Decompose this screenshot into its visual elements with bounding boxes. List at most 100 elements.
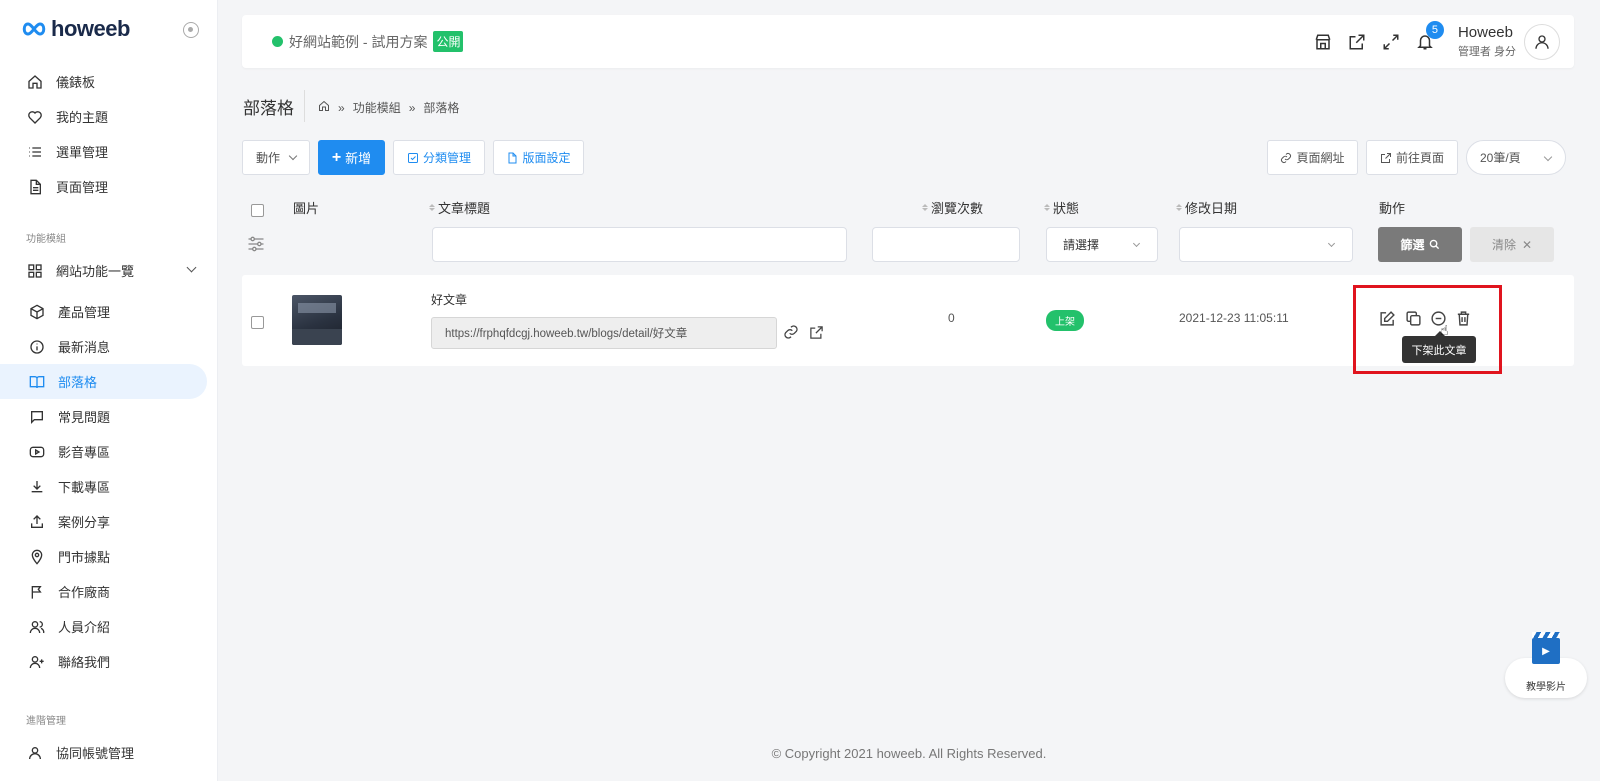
per-page-select[interactable]: 20筆/頁 [1466,140,1566,175]
external-link-icon[interactable] [807,323,825,341]
tutorial-video-label: 教學影片 [1526,682,1566,693]
column-label-modified: 修改日期 [1185,201,1238,216]
select-all-checkbox[interactable] [251,204,264,217]
title-filter-input[interactable] [432,227,847,262]
add-button-label: 新增 [345,151,372,166]
sidebar-item-site-features[interactable]: 網站功能一覽 [0,253,207,288]
column-header-status[interactable]: 狀態 [1044,198,1079,217]
copy-link-icon[interactable] [782,323,800,341]
sidebar-item-stores[interactable]: 門市據點 [0,539,207,574]
sidebar-item-menu-management[interactable]: 選單管理 [0,134,207,169]
status-filter-placeholder: 請選擇 [1063,238,1100,252]
action-dropdown-label: 動作 [255,151,280,165]
info-icon [28,338,46,356]
sidebar-item-label: 我的主題 [56,110,109,125]
notification-bell-icon[interactable]: 5 [1414,20,1444,53]
category-management-button[interactable]: 分類管理 [393,140,485,175]
sidebar-item-products[interactable]: 產品管理 [0,294,207,329]
external-link-icon [1380,152,1391,163]
sidebar-item-downloads[interactable]: 下載專區 [0,469,207,504]
sidebar-item-label: 人員介紹 [58,620,111,635]
sidebar-item-label: 頁面管理 [56,180,109,195]
clear-button[interactable]: 清除 ✕ [1470,227,1554,262]
fullscreen-icon[interactable] [1380,31,1402,53]
sidebar-item-staff[interactable]: 人員介紹 [0,609,207,644]
flag-icon [28,583,46,601]
youtube-icon [28,443,46,461]
column-header-title[interactable]: 文章標題 [429,198,490,217]
grid-icon [26,262,44,280]
sidebar-item-label: 選單管理 [56,145,109,160]
breadcrumb: » 功能模組 » 部落格 [318,99,459,116]
add-button[interactable]: + 新增 [318,140,385,175]
page-url-label: 頁面網址 [1296,151,1345,165]
goto-page-button[interactable]: 前往頁面 [1366,140,1458,175]
sidebar-item-dashboard[interactable]: 儀錶板 [0,64,207,99]
column-header-modified[interactable]: 修改日期 [1176,198,1237,217]
breadcrumb-item-modules[interactable]: 功能模組 [353,99,401,116]
sidebar-item-blog[interactable]: 部落格 [0,364,207,399]
article-url-field[interactable]: https://frphqfdcgj.howeeb.tw/blogs/detai… [431,317,777,349]
sidebar-item-label: 部落格 [58,375,98,390]
sidebar-collapse-button[interactable] [183,22,199,38]
sidebar-item-label: 門市據點 [58,550,111,565]
sidebar-item-videos[interactable]: 影音專區 [0,434,207,469]
external-link-icon[interactable] [1346,31,1368,53]
sidebar-item-contact[interactable]: 聯絡我們 [0,644,207,679]
user-plus-icon [28,653,46,671]
clear-button-label: 清除 [1491,238,1516,252]
clapperboard-icon: ▶ [1532,632,1560,664]
sidebar-item-partners[interactable]: 合作廠商 [0,574,207,609]
chevron-down-icon [288,151,298,161]
user-info[interactable]: Howeeb 管理者 身分 [1458,24,1516,59]
top-icons: 5 Howeeb 管理者 身分 [1312,15,1574,68]
store-icon[interactable] [1312,31,1334,53]
goto-page-label: 前往頁面 [1395,151,1444,165]
share-icon [28,513,46,531]
plus-icon: + [331,148,342,166]
article-title[interactable]: 好文章 [431,291,467,308]
box-icon [28,303,46,321]
layout-settings-button[interactable]: 版面設定 [493,140,584,175]
filter-button[interactable]: 篩選 [1378,227,1462,262]
link-icon [1281,152,1292,163]
online-status-dot [272,36,283,47]
users-icon [28,618,46,636]
heart-icon [26,108,44,126]
filter-settings-icon[interactable] [246,234,266,257]
list-icon [26,143,44,161]
article-views: 0 [948,311,955,325]
sidebar-item-label: 常見問題 [58,410,111,425]
filter-button-label: 篩選 [1400,238,1425,252]
status-filter-select[interactable]: 請選擇 [1046,227,1158,262]
chat-icon [28,408,46,426]
sidebar-item-cases[interactable]: 案例分享 [0,504,207,539]
sidebar-item-label: 下載專區 [58,480,111,495]
site-status: 好網站範例 - 試用方案 公開 [272,31,464,52]
sort-icon [1044,204,1050,211]
tutorial-video-widget[interactable]: ▶ 教學影片 [1505,632,1587,700]
layout-settings-label: 版面設定 [522,151,571,165]
row-checkbox[interactable] [251,316,264,329]
home-icon [26,73,44,91]
home-icon[interactable] [318,100,330,115]
logo[interactable]: howeeb [21,16,130,42]
sidebar-item-faq[interactable]: 常見問題 [0,399,207,434]
document-icon [26,178,44,196]
hand-cursor-icon: ☝ [1440,322,1449,338]
user-role: 管理者 身分 [1457,46,1516,58]
views-filter-input[interactable] [872,227,1020,262]
sidebar-item-page-management[interactable]: 頁面管理 [0,169,207,204]
chevron-down-icon [1132,239,1141,248]
sidebar-item-my-theme[interactable]: 我的主題 [0,99,207,134]
column-header-action: 動作 [1379,198,1405,217]
avatar[interactable] [1524,23,1560,60]
column-header-views[interactable]: 瀏覽次數 [922,198,983,217]
sidebar-item-news[interactable]: 最新消息 [0,329,207,364]
action-dropdown-button[interactable]: 動作 [242,140,310,175]
download-icon [28,478,46,496]
date-filter-select[interactable] [1179,227,1353,262]
breadcrumb-separator: » [408,100,416,115]
page-url-button[interactable]: 頁面網址 [1267,140,1358,175]
article-thumbnail[interactable] [292,295,342,345]
